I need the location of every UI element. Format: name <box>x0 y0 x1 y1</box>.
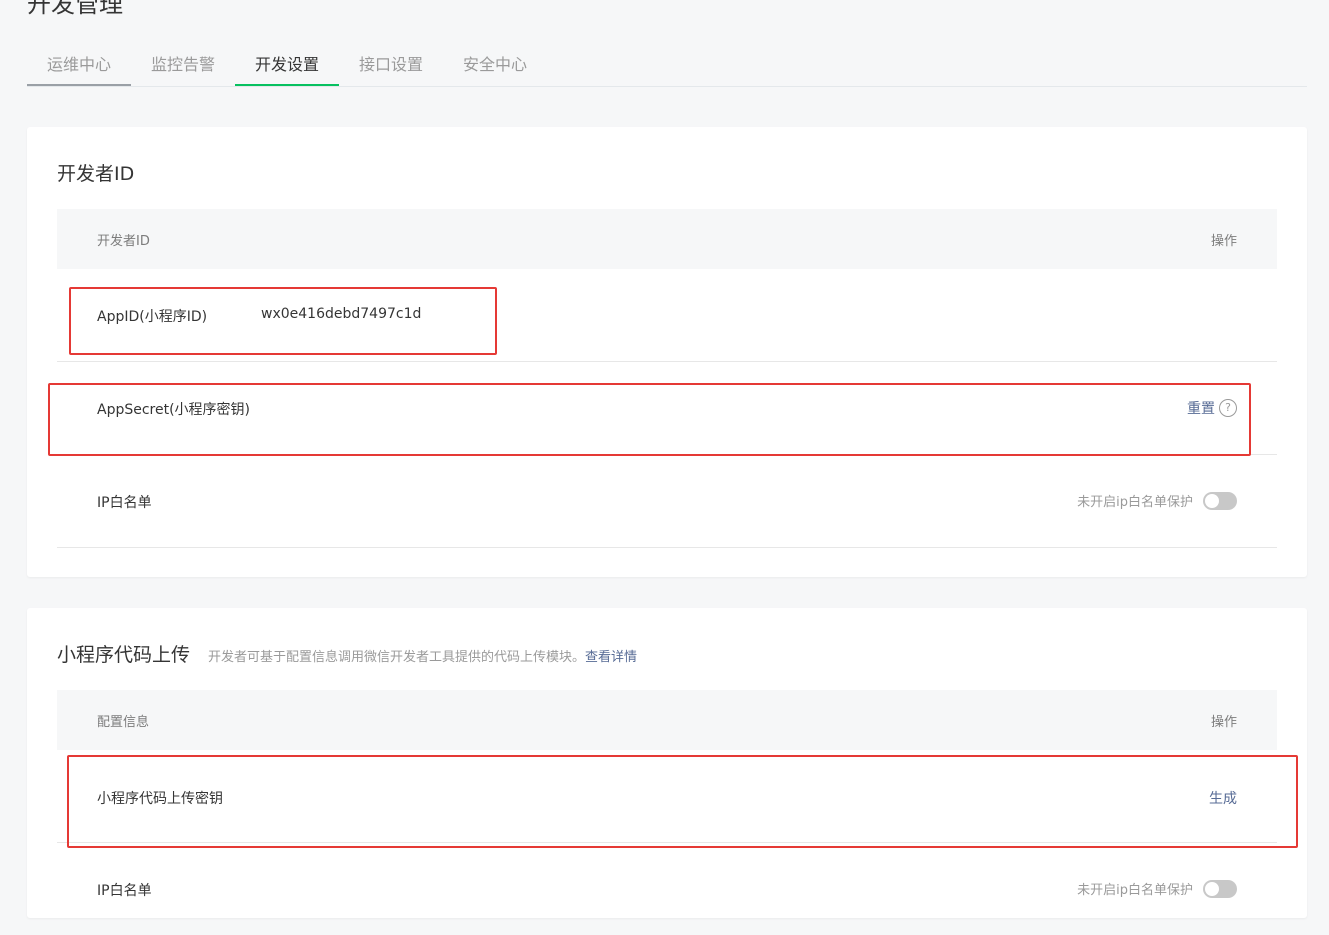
generate-key-link[interactable]: 生成 <box>1209 788 1237 808</box>
header-actions: 操作 <box>1210 234 1237 249</box>
ip-whitelist-actions: 未开启ip白名单保护 <box>1077 491 1237 510</box>
developer-id-table-header: 开发者ID 操作 <box>57 209 1277 269</box>
ip-whitelist-label: IP白名单 <box>97 495 152 511</box>
header-developer-id: 开发者ID <box>97 234 150 249</box>
tab-api-settings[interactable]: 接口设置 <box>339 45 443 86</box>
tab-bar: 运维中心 监控告警 开发设置 接口设置 安全中心 <box>27 45 1307 87</box>
tab-dev-settings[interactable]: 开发设置 <box>235 45 339 86</box>
developer-id-title: 开发者ID <box>57 163 135 185</box>
code-upload-desc-text: 开发者可基于配置信息调用微信开发者工具提供的代码上传模块。 <box>208 650 586 665</box>
code-upload-title-text: 小程序代码上传 <box>57 644 191 666</box>
ip-whitelist-toggle[interactable] <box>1203 491 1237 510</box>
ip-whitelist-row: IP白名单 未开启ip白名单保护 <box>57 455 1277 548</box>
appid-row: AppID(小程序ID) wx0e416debd7497c1d <box>57 269 1277 362</box>
upload-ip-whitelist-row: IP白名单 未开启ip白名单保护 <box>57 843 1277 935</box>
view-details-link[interactable]: 查看详情 <box>585 650 637 665</box>
upload-key-row: 小程序代码上传密钥 生成 <box>57 750 1277 843</box>
code-upload-title: 小程序代码上传 开发者可基于配置信息调用微信开发者工具提供的代码上传模块。查看详情 <box>57 642 637 671</box>
tab-security-center[interactable]: 安全中心 <box>443 45 547 86</box>
appsecret-actions: 重置 ? <box>1187 398 1237 418</box>
tab-ops-center[interactable]: 运维中心 <box>27 45 131 86</box>
page-title: 开发管理 <box>27 0 123 18</box>
appsecret-row: AppSecret(小程序密钥) 重置 ? <box>57 362 1277 455</box>
header-actions: 操作 <box>1210 715 1237 730</box>
code-upload-card: 小程序代码上传 开发者可基于配置信息调用微信开发者工具提供的代码上传模块。查看详情… <box>27 608 1307 918</box>
toggle-knob <box>1205 881 1219 896</box>
developer-id-card: 开发者ID 开发者ID 操作 AppID(小程序ID) wx0e416debd7… <box>27 127 1307 577</box>
config-table-header: 配置信息 操作 <box>57 690 1277 750</box>
help-icon[interactable]: ? <box>1219 399 1237 417</box>
upload-ip-whitelist-toggle[interactable] <box>1203 879 1237 898</box>
reset-secret-link[interactable]: 重置 <box>1187 398 1215 418</box>
code-upload-desc: 开发者可基于配置信息调用微信开发者工具提供的代码上传模块。查看详情 <box>208 650 637 665</box>
upload-ip-whitelist-status: 未开启ip白名单保护 <box>1077 883 1193 898</box>
header-config-info: 配置信息 <box>97 715 150 730</box>
ip-whitelist-status: 未开启ip白名单保护 <box>1077 495 1193 510</box>
tab-monitoring[interactable]: 监控告警 <box>131 45 235 86</box>
appid-value: wx0e416debd7497c1d <box>261 306 422 322</box>
appsecret-label: AppSecret(小程序密钥) <box>97 402 251 418</box>
upload-key-actions: 生成 <box>1209 788 1237 808</box>
upload-ip-whitelist-label: IP白名单 <box>97 883 152 899</box>
toggle-knob <box>1205 493 1219 508</box>
appid-label: AppID(小程序ID) <box>97 309 208 325</box>
upload-key-label: 小程序代码上传密钥 <box>97 791 223 807</box>
upload-ip-whitelist-actions: 未开启ip白名单保护 <box>1077 879 1237 898</box>
